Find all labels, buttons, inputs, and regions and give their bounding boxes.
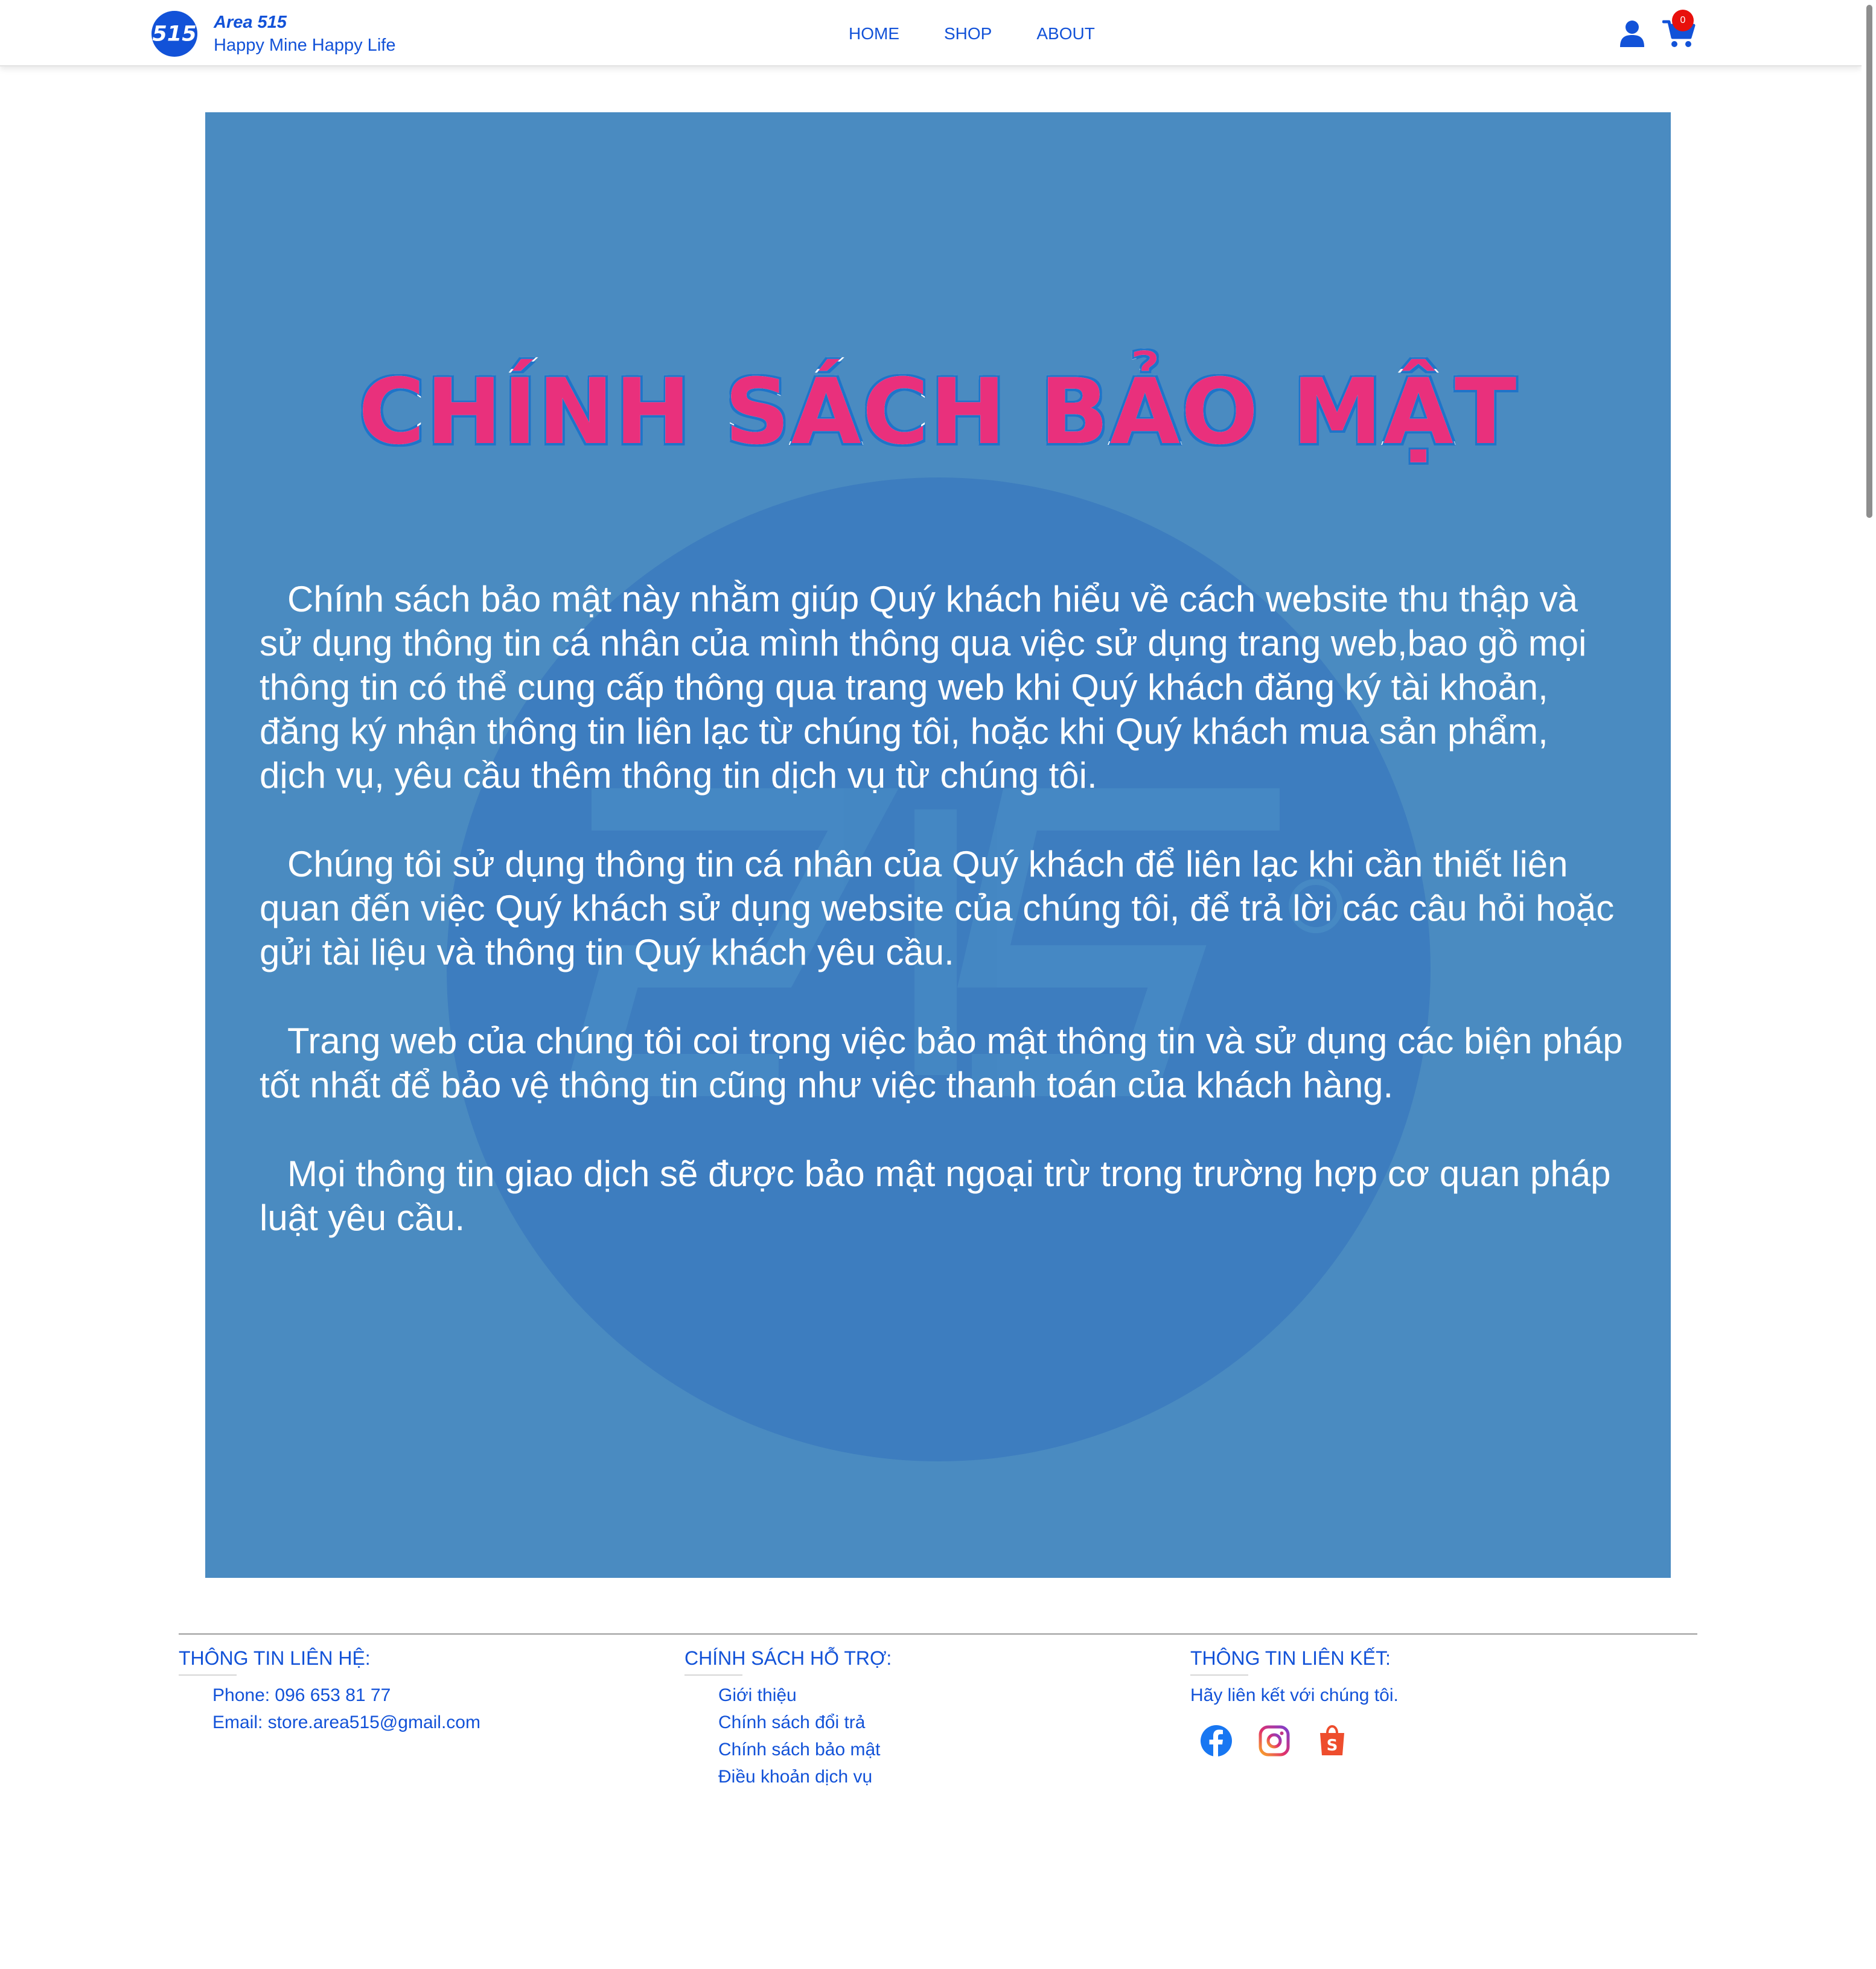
footer-contact-column: THÔNG TIN LIÊN HỆ: Phone: 096 653 81 77 … [179, 1643, 480, 1736]
footer-phone: Phone: 096 653 81 77 [212, 1685, 391, 1705]
brand-name: Area 515 [214, 13, 287, 32]
footer-email: Email: store.area515@gmail.com [212, 1712, 480, 1732]
footer-social-text: Hãy liên kết với chúng tôi. [1190, 1685, 1399, 1705]
policy-paragraph: Chúng tôi sử dụng thông tin cá nhân của … [260, 844, 1615, 972]
main-nav: HOME SHOP ABOUT [849, 22, 1095, 46]
nav-shop[interactable]: SHOP [944, 22, 992, 46]
footer-contact-heading: THÔNG TIN LIÊN HỆ: [179, 1647, 371, 1669]
svg-text:S: S [1327, 1737, 1338, 1755]
social-links: S [1200, 1725, 1399, 1757]
brand-slogan: Happy Mine Happy Life [214, 36, 396, 55]
footer-heading-underline [684, 1674, 742, 1676]
footer-divider [179, 1633, 1697, 1635]
instagram-link[interactable] [1258, 1725, 1291, 1757]
user-icon[interactable] [1619, 19, 1645, 47]
privacy-policy-banner: CHÍNH SÁCH BẢO MẬT Chính sách bảo mật nà… [205, 112, 1671, 1578]
footer-support-column: CHÍNH SÁCH HỖ TRỢ: Giới thiệu Chính sách… [684, 1643, 892, 1790]
banner-title: CHÍNH SÁCH BẢO MẬT [357, 358, 1519, 467]
brand-home-link[interactable]: 515 Area 515 Happy Mine Happy Life [151, 10, 395, 58]
footer-heading-underline [179, 1674, 237, 1676]
scrollbar-thumb[interactable] [1866, 5, 1872, 518]
policy-paragraph: Mọi thông tin giao dịch sẽ được bảo mật … [260, 1154, 1611, 1238]
page-scrollbar[interactable] [1862, 0, 1876, 1969]
nav-home[interactable]: HOME [849, 22, 899, 46]
footer-support-heading: CHÍNH SÁCH HỖ TRỢ: [684, 1647, 892, 1669]
facebook-icon [1201, 1725, 1232, 1757]
area515-logo: 515 [151, 10, 198, 57]
site-header: 515 Area 515 Happy Mine Happy Life HOME … [0, 0, 1862, 66]
policy-paragraph: Trang web của chúng tôi coi trọng việc b… [260, 1021, 1623, 1105]
footer-link-return-policy[interactable]: Chính sách đổi trả [718, 1712, 865, 1732]
footer-link-terms[interactable]: Điều khoản dịch vụ [718, 1767, 872, 1787]
policy-paragraph: Chính sách bảo mật này nhằm giúp Quý khá… [260, 579, 1587, 796]
footer-social-column: THÔNG TIN LIÊN KẾT: Hãy liên kết với chú… [1190, 1643, 1399, 1757]
banner-body: Chính sách bảo mật này nhằm giúp Quý khá… [260, 577, 1624, 1284]
instagram-icon [1259, 1725, 1290, 1757]
footer-link-privacy-policy[interactable]: Chính sách bảo mật [718, 1740, 881, 1760]
footer-heading-underline [1190, 1674, 1248, 1676]
cart-count-badge: 0 [1672, 10, 1694, 31]
svg-text:515: 515 [152, 22, 196, 46]
brand-text: Area 515 Happy Mine Happy Life [214, 11, 395, 57]
shopee-link[interactable]: S [1316, 1725, 1348, 1757]
footer-link-about[interactable]: Giới thiệu [718, 1685, 797, 1705]
shopee-icon: S [1320, 1725, 1344, 1755]
facebook-link[interactable] [1200, 1725, 1233, 1757]
footer-social-heading: THÔNG TIN LIÊN KẾT: [1190, 1647, 1391, 1669]
nav-about[interactable]: ABOUT [1036, 22, 1094, 46]
